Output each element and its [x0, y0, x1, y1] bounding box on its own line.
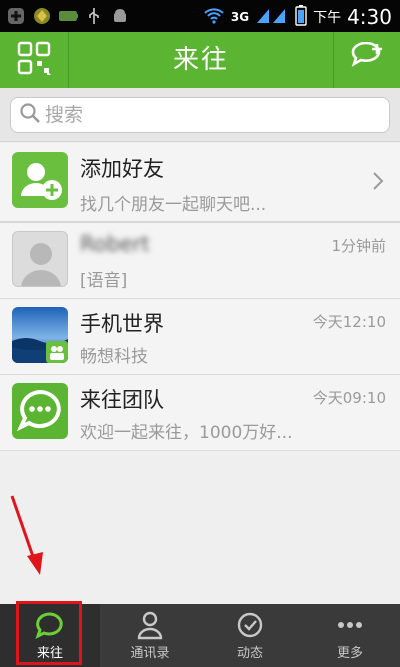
person-silhouette-icon: [13, 243, 67, 286]
search-bar: [0, 88, 400, 142]
android-icon: [110, 6, 130, 26]
chat-list: 添加好友 找几个朋友一起聊天吧... Robert [语音] 1分钟前 手机世界…: [0, 143, 400, 451]
tab-label: 更多: [336, 646, 363, 661]
list-item-name: Robert: [80, 232, 150, 256]
list-item-add-friend[interactable]: 添加好友 找几个朋友一起聊天吧...: [0, 143, 400, 223]
signal-icon: [255, 5, 289, 29]
page-title: 来往: [172, 45, 229, 75]
status-ampm: 下午: [313, 10, 342, 26]
app-notification-icon: [32, 6, 52, 26]
status-time: 4:30: [347, 5, 392, 29]
list-item-name: 添加好友: [80, 157, 164, 181]
battery-notification-icon: [58, 6, 78, 26]
list-item-chat[interactable]: 手机世界 畅想科技 今天12:10: [0, 299, 400, 375]
network-type: 3G: [230, 10, 250, 24]
list-item-time: 今天12:10: [312, 313, 386, 331]
default-user-avatar: [12, 231, 68, 287]
chevron-right-icon: [372, 171, 384, 195]
add-friend-icon: [12, 163, 68, 208]
landscape-avatar: [12, 307, 68, 363]
status-bar: 3G 下午 4:30: [0, 0, 400, 32]
tab-contacts[interactable]: 通讯录: [100, 604, 200, 667]
list-item-time: 今天09:10: [312, 389, 386, 407]
group-badge-icon: [46, 341, 68, 363]
contacts-icon: [135, 610, 165, 640]
list-item-subtitle: 畅想科技: [80, 347, 148, 367]
list-item-chat[interactable]: Robert [语音] 1分钟前: [0, 223, 400, 299]
status-left-icons: [6, 6, 130, 26]
new-chat-button[interactable]: [334, 32, 400, 88]
list-item-subtitle: 欢迎一起来往，1000万好...: [80, 423, 293, 443]
chat-bubble-logo-icon: [12, 389, 68, 439]
list-item-subtitle: 找几个朋友一起聊天吧...: [80, 195, 267, 215]
tab-more[interactable]: 更多: [300, 604, 400, 667]
list-item-name: 手机世界: [80, 312, 164, 336]
qr-code-button[interactable]: [0, 32, 68, 88]
tab-moments[interactable]: 动态: [200, 604, 300, 667]
battery-icon: [295, 4, 307, 30]
add-friend-avatar: [12, 152, 68, 208]
tab-label: 动态: [236, 646, 263, 661]
list-item-name: 来往团队: [80, 388, 164, 412]
list-item-time: 1分钟前: [331, 237, 386, 255]
tab-label: 通讯录: [130, 646, 170, 661]
annotation-arrow: [0, 490, 60, 584]
wifi-icon: [203, 6, 225, 28]
annotation-highlight-box: [16, 601, 82, 665]
list-item-chat[interactable]: 来往团队 欢迎一起来往，1000万好... 今天09:10: [0, 375, 400, 451]
search-icon: [19, 102, 41, 128]
list-item-subtitle: [语音]: [80, 271, 128, 291]
chat-plus-icon: [349, 41, 385, 78]
qr-code-icon: [17, 41, 51, 79]
laiwang-team-avatar: [12, 383, 68, 439]
moments-icon: [235, 610, 265, 640]
plus-notification-icon: [6, 6, 26, 26]
search-box[interactable]: [10, 97, 390, 133]
status-right-icons: 3G 下午 4:30: [203, 4, 392, 30]
usb-icon: [84, 6, 104, 26]
more-dots-icon: [335, 610, 365, 640]
search-input[interactable]: [45, 104, 375, 126]
title-bar: 来往: [0, 32, 400, 88]
